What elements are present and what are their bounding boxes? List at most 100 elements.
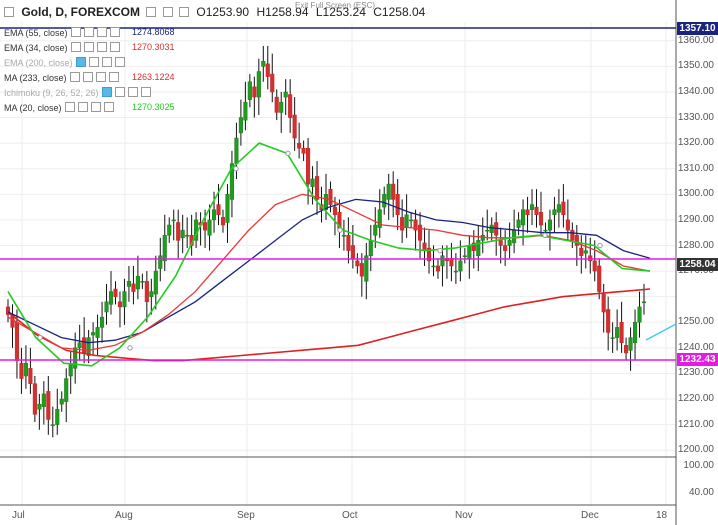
candle-body bbox=[583, 250, 588, 254]
price-tick-label: 40.00 bbox=[688, 487, 714, 498]
more-icon[interactable] bbox=[114, 57, 125, 67]
candle-body bbox=[46, 391, 51, 420]
candle-body bbox=[409, 219, 414, 222]
candle-body bbox=[211, 209, 217, 221]
price-label: 1232.43 bbox=[677, 353, 718, 366]
visibility-toggle-icon[interactable] bbox=[70, 27, 81, 37]
more-icon[interactable] bbox=[103, 102, 114, 112]
settings-icon[interactable] bbox=[83, 42, 94, 52]
visibility-toggle-icon[interactable] bbox=[146, 7, 157, 17]
price-tick-label: 1340.00 bbox=[677, 85, 714, 97]
price-tick-label: 1210.00 bbox=[677, 418, 714, 430]
indicator-row[interactable]: Ichimoku (9, 26, 52, 26) bbox=[4, 87, 151, 98]
candle-body bbox=[467, 245, 472, 259]
close-icon[interactable] bbox=[96, 27, 107, 37]
candle-body bbox=[279, 101, 284, 113]
candle-body bbox=[507, 240, 512, 246]
price-tick-label: 1330.00 bbox=[677, 111, 714, 123]
candle-body bbox=[624, 345, 629, 354]
candle-body bbox=[274, 96, 279, 113]
ma-marker bbox=[542, 232, 548, 238]
candle-body bbox=[547, 219, 552, 231]
candle-body bbox=[23, 362, 28, 377]
settings-icon[interactable] bbox=[82, 72, 93, 82]
indicator-row[interactable]: EMA (55, close) 1274.8068 bbox=[4, 27, 175, 38]
price-tick-label: 100.00 bbox=[683, 460, 714, 471]
candle-body bbox=[64, 378, 69, 402]
candle-body bbox=[234, 137, 239, 164]
candle-body bbox=[400, 217, 405, 231]
candle-body bbox=[140, 281, 145, 283]
ema34-line bbox=[7, 193, 651, 352]
candle-body bbox=[516, 219, 521, 228]
exit-fullscreen-hint[interactable]: Exit Full Screen (ESC) bbox=[295, 1, 375, 10]
candle-body bbox=[521, 209, 526, 226]
candle-body bbox=[601, 293, 606, 313]
candle-body bbox=[100, 316, 105, 328]
close-icon[interactable] bbox=[127, 87, 138, 97]
candle-body bbox=[176, 222, 181, 241]
candle-body bbox=[391, 183, 396, 200]
candle-body bbox=[113, 288, 118, 297]
visibility-toggle-icon[interactable] bbox=[64, 102, 75, 112]
visibility-toggle-icon[interactable] bbox=[70, 42, 81, 52]
candle-body bbox=[368, 240, 373, 256]
candle-body bbox=[565, 219, 570, 231]
candle-body bbox=[310, 178, 315, 187]
candle-body bbox=[203, 222, 208, 231]
more-icon[interactable] bbox=[108, 72, 119, 82]
candle-body bbox=[261, 61, 266, 67]
more-icon[interactable] bbox=[140, 87, 151, 97]
close-icon[interactable] bbox=[179, 7, 190, 17]
candle-body bbox=[592, 260, 597, 272]
close-icon[interactable] bbox=[101, 57, 112, 67]
candle-body bbox=[359, 263, 364, 277]
indicator-row[interactable]: MA (20, close) 1270.3025 bbox=[4, 102, 175, 113]
candle-body bbox=[512, 229, 517, 244]
close-icon[interactable] bbox=[96, 42, 107, 52]
price-tick-label: 1230.00 bbox=[677, 367, 714, 379]
settings-icon[interactable] bbox=[77, 102, 88, 112]
candle-body bbox=[19, 362, 24, 379]
settings-icon[interactable] bbox=[114, 87, 125, 97]
candle-body bbox=[498, 240, 503, 246]
settings-icon[interactable] bbox=[88, 57, 99, 67]
candle-body bbox=[525, 209, 530, 216]
candle-body bbox=[68, 362, 73, 377]
candle-body bbox=[597, 265, 602, 292]
more-icon[interactable] bbox=[109, 27, 120, 37]
candle-body bbox=[462, 255, 467, 257]
close-icon[interactable] bbox=[90, 102, 101, 112]
indicator-label: MA (20, close) bbox=[4, 103, 62, 113]
time-tick-label: Oct bbox=[342, 510, 358, 521]
candle-body bbox=[350, 245, 355, 259]
indicator-row[interactable]: EMA (200, close) bbox=[4, 57, 125, 68]
more-icon[interactable] bbox=[109, 42, 120, 52]
collapse-icon[interactable] bbox=[4, 7, 14, 17]
indicator-value: 1270.3025 bbox=[132, 102, 175, 112]
time-tick-label: Jul bbox=[12, 510, 25, 521]
indicator-row[interactable]: MA (233, close) 1263.1224 bbox=[4, 72, 175, 83]
candle-body bbox=[91, 332, 96, 336]
candle-body bbox=[180, 229, 185, 239]
settings-icon[interactable] bbox=[162, 7, 173, 17]
price-tick-label: 1320.00 bbox=[677, 137, 714, 149]
candle-body bbox=[538, 211, 544, 226]
candle-body bbox=[297, 142, 302, 149]
candle-body bbox=[32, 383, 37, 415]
candle-body bbox=[162, 235, 167, 262]
settings-icon[interactable] bbox=[83, 27, 94, 37]
indicator-label: EMA (34, close) bbox=[4, 43, 68, 53]
candle-body bbox=[552, 209, 557, 216]
indicator-row[interactable]: EMA (34, close) 1270.3031 bbox=[4, 42, 175, 53]
candle-body bbox=[458, 260, 463, 272]
visibility-toggle-icon[interactable] bbox=[69, 72, 80, 82]
candle-body bbox=[632, 322, 638, 343]
candle-body bbox=[50, 424, 55, 426]
candle-body bbox=[131, 283, 136, 292]
visibility-toggle-icon[interactable] bbox=[75, 57, 86, 67]
close-icon[interactable] bbox=[95, 72, 106, 82]
indicator-label: EMA (55, close) bbox=[4, 28, 68, 38]
visibility-toggle-icon[interactable] bbox=[101, 87, 112, 97]
candle-body bbox=[207, 219, 212, 236]
